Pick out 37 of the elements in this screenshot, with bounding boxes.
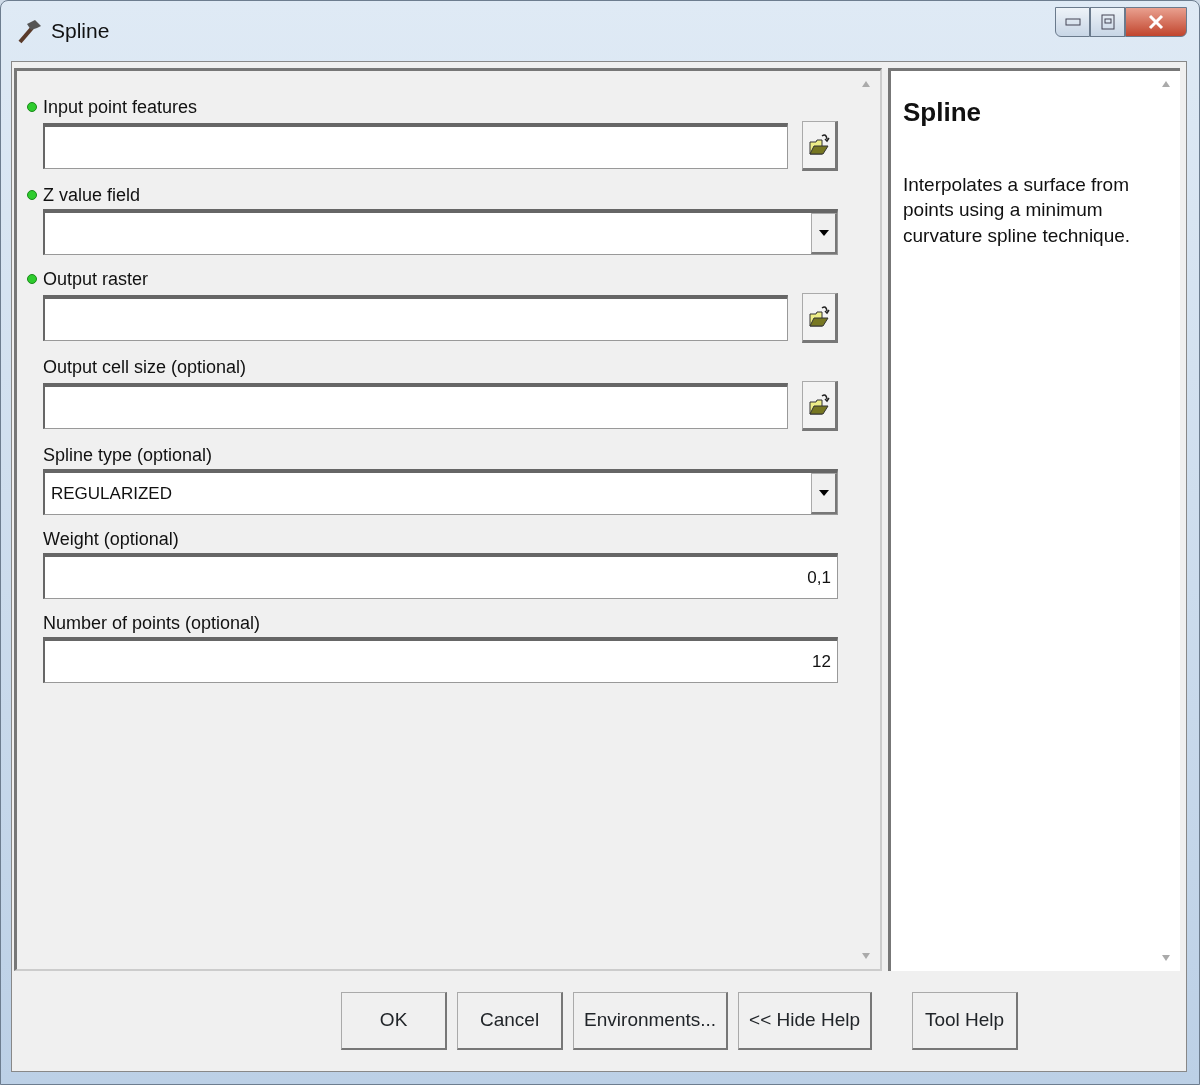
help-title: Spline xyxy=(903,96,982,129)
dialog-button[interactable]: Tool Help xyxy=(912,992,1018,1050)
folder-icon xyxy=(808,392,830,418)
help-description: Interpolates a surface from points using a minimum curvature spline technique. xyxy=(903,173,1132,248)
dialog-button[interactable]: Environments... xyxy=(573,992,729,1050)
dropdown-arrow-icon xyxy=(818,230,829,236)
parameter-label: Z value field xyxy=(43,183,141,207)
parameter-label: Output cell size (optional) xyxy=(43,355,247,379)
folder-icon xyxy=(808,304,830,330)
dropdown-field[interactable] xyxy=(43,209,838,255)
browse-button[interactable] xyxy=(802,121,838,171)
dialog-button[interactable]: << Hide Help xyxy=(738,992,872,1050)
hammer-icon xyxy=(17,18,43,44)
folder-icon xyxy=(808,132,830,158)
dropdown-arrow-icon xyxy=(818,490,829,496)
dialog-button[interactable]: OK xyxy=(341,992,448,1050)
parameter-label: Weight (optional) xyxy=(43,527,179,551)
input-field[interactable]: 0,1 xyxy=(43,553,838,599)
minimize-button[interactable] xyxy=(1055,7,1090,37)
close-icon xyxy=(1147,13,1165,31)
input-field[interactable]: 12 xyxy=(43,637,838,683)
maximize-icon xyxy=(1100,14,1115,30)
dialog-button[interactable]: Cancel xyxy=(457,992,564,1050)
minimize-icon xyxy=(1064,18,1081,26)
input-field[interactable] xyxy=(43,123,788,169)
input-field[interactable] xyxy=(43,295,788,341)
parameter-label: Spline type (optional) xyxy=(43,443,213,467)
window-title: Spline xyxy=(51,18,110,45)
browse-button[interactable] xyxy=(802,293,838,343)
parameter-label: Output raster xyxy=(43,267,149,291)
close-button[interactable] xyxy=(1125,7,1187,37)
parameter-label: Input point features xyxy=(43,95,198,119)
parameter-label: Number of points (optional) xyxy=(43,611,261,635)
maximize-button[interactable] xyxy=(1090,7,1125,37)
input-field[interactable] xyxy=(43,383,788,429)
browse-button[interactable] xyxy=(802,381,838,431)
dropdown-field[interactable]: REGULARIZED xyxy=(43,469,838,515)
